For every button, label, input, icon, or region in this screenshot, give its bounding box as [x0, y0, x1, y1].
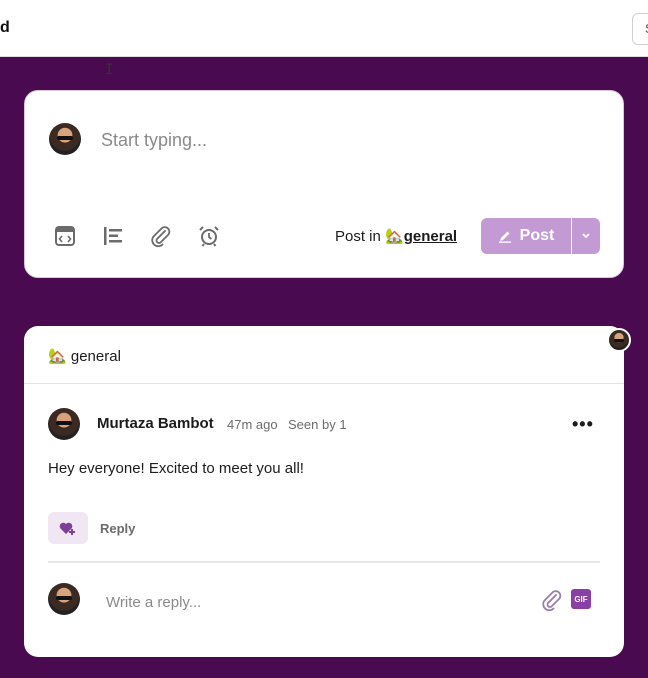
- composer-input[interactable]: Start typing...: [101, 130, 207, 151]
- post-button-label: Post: [519, 227, 555, 244]
- seen-by[interactable]: Seen by 1: [288, 417, 347, 432]
- gif-button[interactable]: GIF: [571, 589, 591, 609]
- divider: [48, 561, 600, 563]
- avatar: [49, 123, 81, 155]
- reply-button[interactable]: Reply: [100, 521, 135, 536]
- divider: [24, 383, 624, 384]
- top-bar: d S: [0, 0, 648, 57]
- alarm-clock-icon[interactable]: [197, 224, 221, 248]
- message-body: Hey everyone! Excited to meet you all!: [48, 460, 304, 477]
- author-avatar[interactable]: [48, 408, 80, 440]
- reply-input[interactable]: Write a reply...: [106, 594, 201, 611]
- attachment-icon[interactable]: [149, 224, 173, 248]
- page-title-fragment: d: [0, 19, 10, 36]
- channel-name: general: [70, 348, 121, 365]
- more-options-icon[interactable]: •••: [572, 414, 594, 435]
- viewer-avatar[interactable]: [607, 328, 631, 352]
- post-in-channel[interactable]: Post in 🏡general: [335, 227, 457, 245]
- post-in-label: Post in: [335, 228, 381, 245]
- attachment-icon[interactable]: [541, 589, 563, 612]
- add-reaction-button[interactable]: [48, 512, 88, 544]
- code-block-icon[interactable]: [53, 224, 77, 248]
- post-button[interactable]: Post: [481, 218, 571, 254]
- channel-emoji: 🏡: [48, 348, 67, 365]
- channel-link[interactable]: general: [404, 228, 457, 245]
- top-right-button[interactable]: S: [632, 13, 648, 45]
- heart-plus-icon: [59, 522, 75, 535]
- text-cursor-icon: I: [105, 62, 114, 78]
- post-composer: Start typing... Post in 🏡general Post: [24, 90, 624, 278]
- thread-channel-header[interactable]: 🏡 general: [48, 347, 121, 365]
- channel-emoji: 🏡: [385, 228, 404, 245]
- thread-card: 🏡 general Murtaza Bambot 47m ago Seen by…: [24, 326, 624, 657]
- message-time: 47m ago: [227, 417, 278, 432]
- post-options-button[interactable]: [572, 218, 600, 254]
- author-name[interactable]: Murtaza Bambot: [97, 415, 214, 432]
- chevron-down-icon: [582, 233, 590, 239]
- avatar: [48, 583, 80, 615]
- list-icon[interactable]: [101, 224, 125, 248]
- pencil-icon: [498, 231, 511, 243]
